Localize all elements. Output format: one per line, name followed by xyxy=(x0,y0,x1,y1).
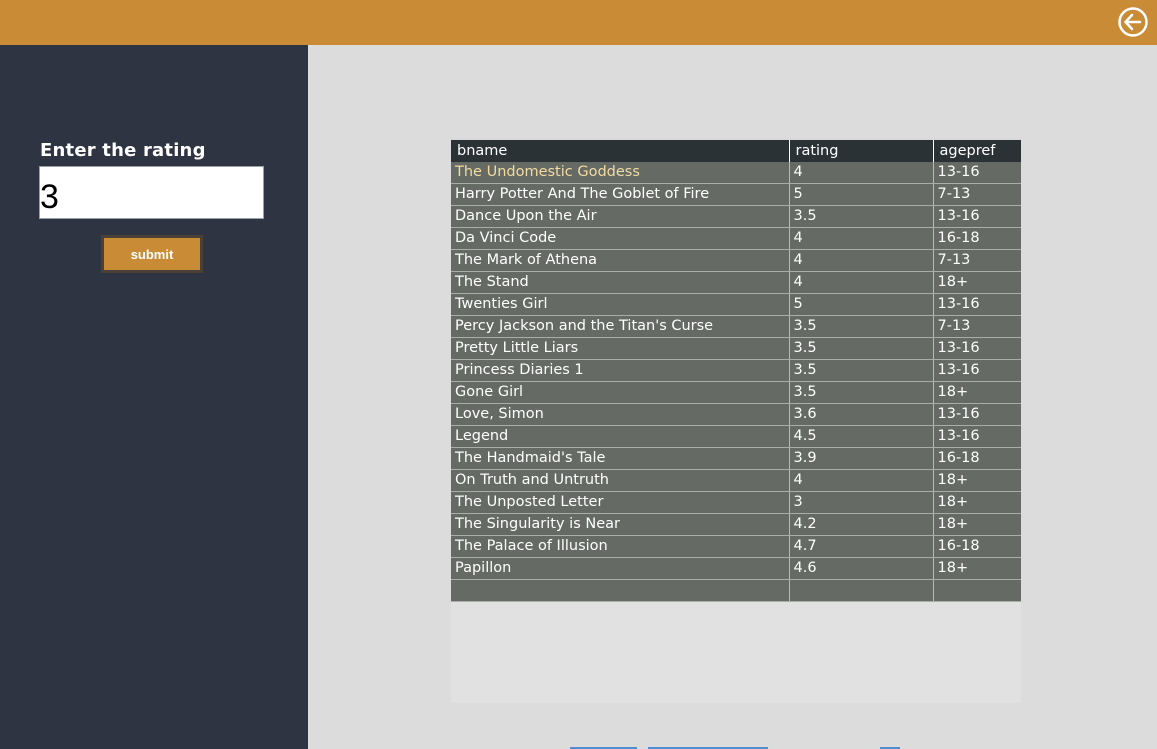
table-row[interactable]: The Singularity is Near 4.2 18+ xyxy=(451,513,1021,536)
cell-bname: Da Vinci Code xyxy=(451,227,790,250)
cell-rating: 5 xyxy=(789,293,934,316)
submit-button[interactable]: submit xyxy=(101,235,203,273)
table-row[interactable]: The Mark of Athena 4 7-13 xyxy=(451,249,1021,272)
back-arrow-circle-icon[interactable] xyxy=(1117,6,1149,38)
cell-rating: 3.5 xyxy=(789,359,934,382)
cell-bname: The Handmaid's Tale xyxy=(451,447,790,470)
cell-rating: 5 xyxy=(789,183,934,206)
cell-rating: 3.9 xyxy=(789,447,934,470)
table-header-row: bname rating agepref xyxy=(451,138,1021,162)
cell-bname: Pretty Little Liars xyxy=(451,337,790,360)
cell-rating: 4.7 xyxy=(789,535,934,558)
cell-rating: 3 xyxy=(789,491,934,514)
cell-bname: On Truth and Untruth xyxy=(451,469,790,492)
sidebar: Enter the rating submit xyxy=(0,45,308,749)
cell-agepref: 7-13 xyxy=(933,183,1021,206)
cell-agepref: 18+ xyxy=(933,557,1021,580)
cell-rating: 3.5 xyxy=(789,205,934,228)
cell-agepref: 16-18 xyxy=(933,447,1021,470)
column-header-agepref[interactable]: agepref xyxy=(933,138,1021,162)
cell-bname: The Palace of Illusion xyxy=(451,535,790,558)
cell-bname: Princess Diaries 1 xyxy=(451,359,790,382)
cell-agepref: 13-16 xyxy=(933,205,1021,228)
cell-bname: The Singularity is Near xyxy=(451,513,790,536)
empty-cell xyxy=(789,579,934,602)
table-row-empty[interactable] xyxy=(451,579,1021,602)
table-row[interactable]: Gone Girl 3.5 18+ xyxy=(451,381,1021,404)
cell-bname: Percy Jackson and the Titan's Curse xyxy=(451,315,790,338)
cell-rating: 4 xyxy=(789,227,934,250)
cell-bname: Love, Simon xyxy=(451,403,790,426)
cell-rating: 3.5 xyxy=(789,337,934,360)
cell-agepref: 13-16 xyxy=(933,162,1021,184)
table-row[interactable]: Legend 4.5 13-16 xyxy=(451,425,1021,448)
cell-bname: Legend xyxy=(451,425,790,448)
cell-agepref: 18+ xyxy=(933,381,1021,404)
table-row[interactable]: Da Vinci Code 4 16-18 xyxy=(451,227,1021,250)
cell-rating: 4 xyxy=(789,249,934,272)
cell-bname: The Mark of Athena xyxy=(451,249,790,272)
cell-rating: 4 xyxy=(789,162,934,184)
table-row[interactable]: On Truth and Untruth 4 18+ xyxy=(451,469,1021,492)
table-row[interactable]: Love, Simon 3.6 13-16 xyxy=(451,403,1021,426)
cell-bname: The Undomestic Goddess xyxy=(451,162,790,184)
cell-agepref: 13-16 xyxy=(933,403,1021,426)
cell-bname: Gone Girl xyxy=(451,381,790,404)
table-row[interactable]: Percy Jackson and the Titan's Curse 3.5 7-… xyxy=(451,315,1021,338)
table-row[interactable]: Harry Potter And The Goblet of Fire 5 7-13 xyxy=(451,183,1021,206)
cell-agepref: 18+ xyxy=(933,271,1021,294)
cell-agepref: 13-16 xyxy=(933,425,1021,448)
cell-agepref: 7-13 xyxy=(933,249,1021,272)
cell-rating: 4.5 xyxy=(789,425,934,448)
cell-rating: 4.2 xyxy=(789,513,934,536)
cell-agepref: 18+ xyxy=(933,513,1021,536)
table-row[interactable]: Papillon 4.6 18+ xyxy=(451,557,1021,580)
table-row[interactable]: The Palace of Illusion 4.7 16-18 xyxy=(451,535,1021,558)
empty-cell xyxy=(451,579,790,602)
cell-bname: Harry Potter And The Goblet of Fire xyxy=(451,183,790,206)
cell-agepref: 16-18 xyxy=(933,227,1021,250)
cell-agepref: 16-18 xyxy=(933,535,1021,558)
results-table: bname rating agepref The Undomestic Godd… xyxy=(451,138,1021,602)
table-row[interactable]: The Undomestic Goddess 4 13-16 xyxy=(451,162,1021,184)
cell-bname: Twenties Girl xyxy=(451,293,790,316)
cell-agepref: 18+ xyxy=(933,491,1021,514)
rating-input[interactable] xyxy=(39,166,264,219)
table-row[interactable]: Twenties Girl 5 13-16 xyxy=(451,293,1021,316)
table-row[interactable]: Princess Diaries 1 3.5 13-16 xyxy=(451,359,1021,382)
table-row[interactable]: The Stand 4 18+ xyxy=(451,271,1021,294)
cell-rating: 4 xyxy=(789,469,934,492)
cell-bname: The Stand xyxy=(451,271,790,294)
results-table-container[interactable]: bname rating agepref The Undomestic Godd… xyxy=(451,138,1021,703)
cell-agepref: 13-16 xyxy=(933,293,1021,316)
table-row[interactable]: The Unposted Letter 3 18+ xyxy=(451,491,1021,514)
table-row[interactable]: Dance Upon the Air 3.5 13-16 xyxy=(451,205,1021,228)
cell-agepref: 13-16 xyxy=(933,359,1021,382)
cell-bname: The Unposted Letter xyxy=(451,491,790,514)
column-header-rating[interactable]: rating xyxy=(789,138,934,162)
cell-rating: 4.6 xyxy=(789,557,934,580)
cell-bname: Papillon xyxy=(451,557,790,580)
cell-rating: 3.6 xyxy=(789,403,934,426)
cell-rating: 4 xyxy=(789,271,934,294)
cell-agepref: 18+ xyxy=(933,469,1021,492)
table-row[interactable]: Pretty Little Liars 3.5 13-16 xyxy=(451,337,1021,360)
empty-cell xyxy=(933,579,1021,602)
cell-rating: 3.5 xyxy=(789,381,934,404)
cell-agepref: 13-16 xyxy=(933,337,1021,360)
rating-label: Enter the rating xyxy=(40,140,206,161)
top-bar xyxy=(0,0,1157,45)
table-row[interactable]: The Handmaid's Tale 3.9 16-18 xyxy=(451,447,1021,470)
cell-rating: 3.5 xyxy=(789,315,934,338)
cell-bname: Dance Upon the Air xyxy=(451,205,790,228)
column-header-bname[interactable]: bname xyxy=(451,138,790,162)
cell-agepref: 7-13 xyxy=(933,315,1021,338)
